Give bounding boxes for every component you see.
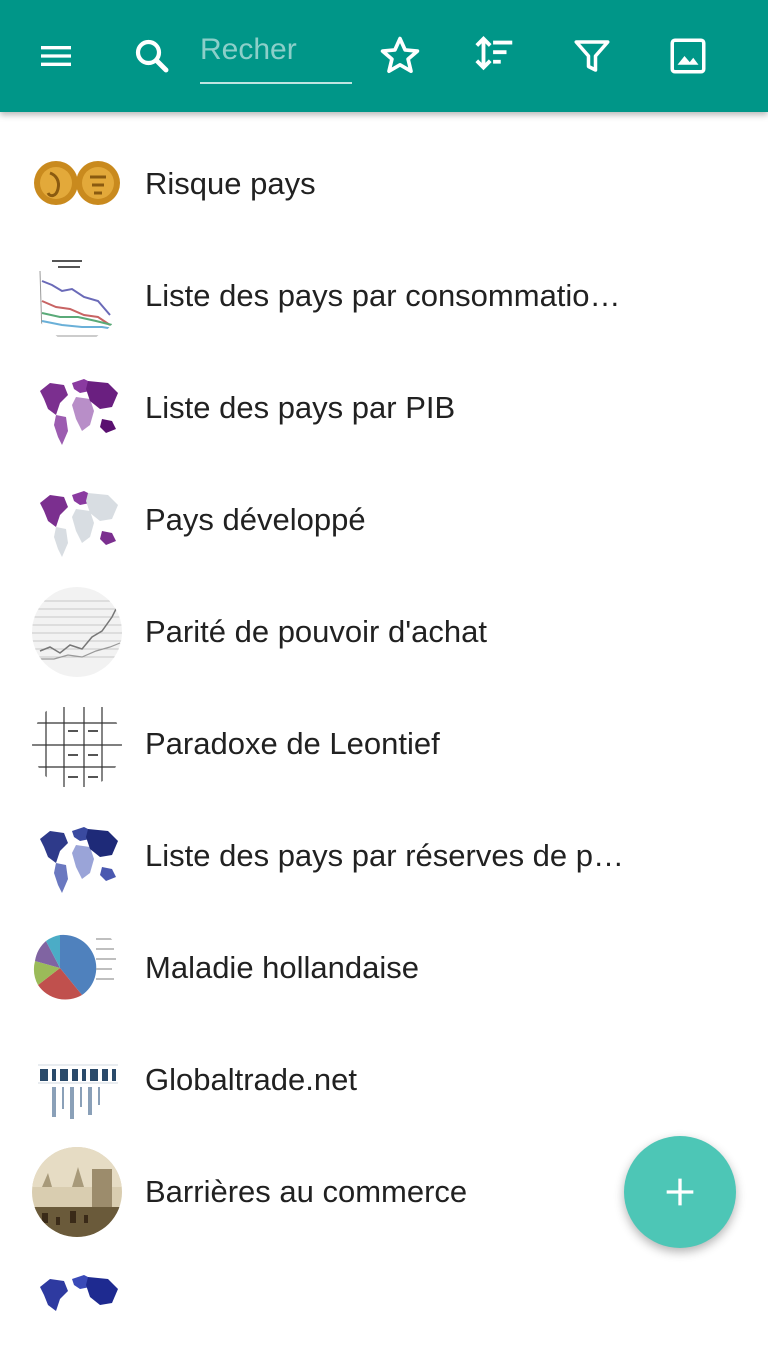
article-thumbnail: [32, 923, 122, 1013]
favorites-button[interactable]: [374, 30, 426, 82]
list-item[interactable]: Liste des pays par réserves de p…: [0, 784, 768, 901]
plus-icon: [666, 1178, 694, 1206]
article-thumbnail: [32, 363, 122, 453]
article-title: Liste des pays par consommatio…: [145, 278, 621, 313]
list-item[interactable]: Risque pays: [0, 112, 768, 229]
article-title: Risque pays: [145, 166, 316, 201]
sort-icon: [475, 36, 513, 71]
article-title: Pays développé: [145, 502, 366, 537]
article-title: Globaltrade.net: [145, 1062, 357, 1097]
article-thumbnail: [32, 699, 122, 789]
sort-button[interactable]: [469, 30, 521, 82]
article-title: Barrières au commerce: [145, 1174, 468, 1209]
list-item[interactable]: [0, 1232, 768, 1349]
article-thumbnail: [32, 139, 122, 229]
images-button[interactable]: [662, 30, 714, 82]
list-item[interactable]: Liste des pays par PIB: [0, 336, 768, 453]
list-item[interactable]: Pays développé: [0, 448, 768, 565]
list-item[interactable]: Maladie hollandaise: [0, 896, 768, 1013]
search-icon: [135, 39, 169, 73]
list-item[interactable]: Parité de pouvoir d'achat: [0, 560, 768, 677]
article-thumbnail: [32, 811, 122, 901]
article-title: Paradoxe de Leontief: [145, 726, 440, 761]
list-item[interactable]: Paradoxe de Leontief: [0, 672, 768, 789]
list-item[interactable]: Globaltrade.net: [0, 1008, 768, 1125]
app-bar: [0, 0, 768, 112]
article-title: Liste des pays par réserves de p…: [145, 838, 625, 873]
article-thumbnail: [32, 1259, 122, 1349]
search-field-container: [200, 24, 352, 84]
menu-button[interactable]: [30, 30, 82, 82]
article-thumbnail: [32, 251, 122, 341]
article-title: Maladie hollandaise: [145, 950, 420, 985]
list-item[interactable]: Liste des pays par consommatio…: [0, 224, 768, 341]
search-input[interactable]: [200, 24, 352, 76]
article-thumbnail: [32, 1147, 122, 1237]
menu-icon: [41, 46, 71, 66]
article-title: Liste des pays par PIB: [145, 390, 456, 425]
search-button[interactable]: [126, 30, 178, 82]
article-thumbnail: [32, 475, 122, 565]
article-thumbnail: [32, 1035, 122, 1125]
article-title: Parité de pouvoir d'achat: [145, 614, 487, 649]
star-outline-icon: [380, 36, 420, 74]
filter-button[interactable]: [566, 30, 618, 82]
article-thumbnail: [32, 587, 122, 677]
add-button[interactable]: [624, 1136, 736, 1248]
image-icon: [670, 38, 706, 74]
filter-icon: [574, 40, 610, 72]
